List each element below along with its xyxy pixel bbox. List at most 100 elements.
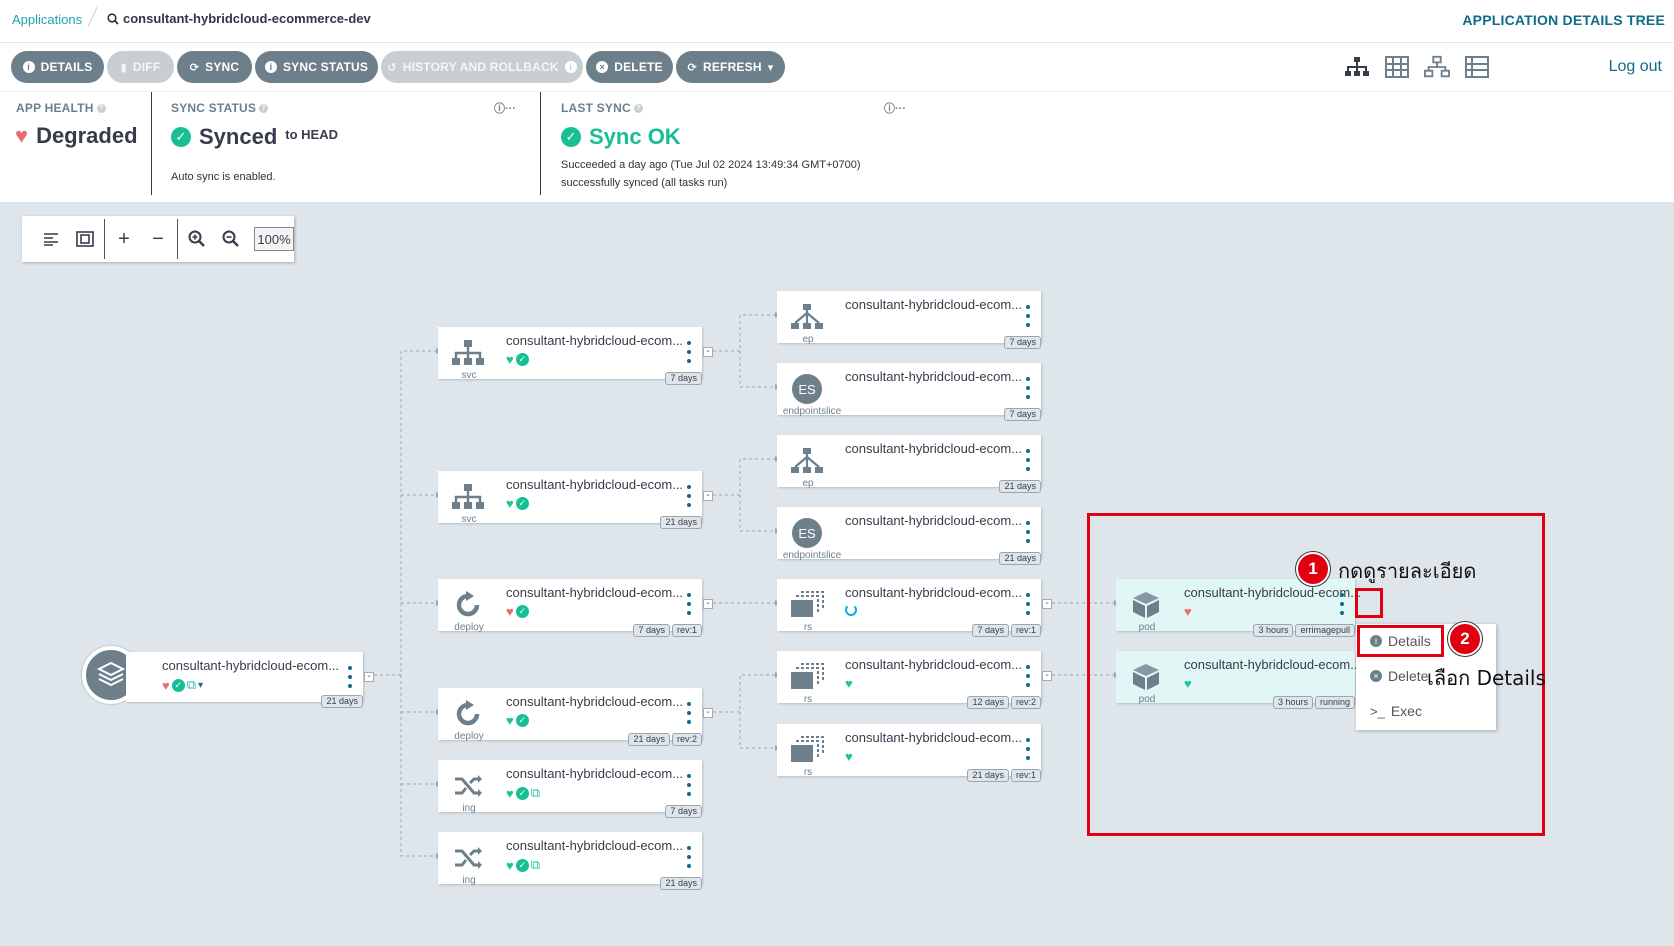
ingress-node[interactable]: ing consultant-hybridcloud-ecom... ♥ ✓ ⧉ 7… — [438, 760, 702, 818]
external-link-icon[interactable]: ⧉ — [187, 677, 196, 693]
node-kind: endpointslice — [782, 550, 842, 561]
ingress-node[interactable]: ing consultant-hybridcloud-ecom... ♥ ✓ ⧉ 2… — [438, 832, 702, 890]
collapse-toggle[interactable]: - — [703, 491, 713, 501]
node-status-badges: ♥ ✓ — [506, 496, 529, 511]
endpoints-node[interactable]: ep consultant-hybridcloud-ecom... 21 day… — [777, 435, 1041, 493]
synced-check-icon: ✓ — [515, 786, 529, 800]
collapse-toggle[interactable]: - — [1042, 671, 1052, 681]
endpointslice-node[interactable]: ES endpointslice consultant-hybridcloud-… — [777, 507, 1041, 565]
svc-node[interactable]: svc consultant-hybridcloud-ecom... ♥ ✓ 21… — [438, 471, 702, 529]
endpoints-icon — [785, 297, 829, 337]
replicaset-node[interactable]: rs consultant-hybridcloud-ecom... ♥ 21 d… — [777, 724, 1041, 782]
delete-button[interactable]: × DELETE — [586, 51, 673, 83]
logout-link[interactable]: Log out — [1609, 58, 1662, 76]
help-icon[interactable]: ? — [633, 103, 643, 113]
last-sync-time: Succeeded a day ago (Tue Jul 02 2024 13:… — [561, 159, 861, 171]
file-icon: ▮ — [120, 61, 127, 74]
node-menu-button[interactable] — [1025, 665, 1031, 687]
app-health-value: ♥ Degraded — [15, 123, 138, 149]
collapse-toggle[interactable]: - — [364, 672, 374, 682]
degraded-heart-icon: ♥ — [506, 604, 514, 619]
sync-status-button[interactable]: i SYNC STATUS — [255, 51, 378, 83]
top-bar: Applications consultant-hybridcloud-ecom… — [0, 0, 1674, 43]
delete-button-label: DELETE — [614, 60, 663, 74]
svc-node[interactable]: svc consultant-hybridcloud-ecom... ♥ ✓ 7 … — [438, 327, 702, 385]
node-menu-button[interactable] — [1025, 377, 1031, 399]
sync-status-label: SYNC STATUS ? — [171, 101, 269, 115]
sync-button[interactable]: ⟳ SYNC — [177, 51, 252, 83]
node-title: consultant-hybridcloud-ecom... — [506, 694, 684, 709]
healthy-heart-icon: ♥ — [506, 785, 514, 801]
synced-check-icon: ✓ — [515, 605, 529, 618]
application-root-node[interactable]: consultant-hybridcloud-ecom... ♥ ✓ ⧉ ▾ 2… — [126, 652, 363, 708]
revision-tag: rev:1 — [671, 624, 702, 637]
tree-view-icon[interactable] — [1344, 54, 1370, 80]
network-view-icon[interactable] — [1424, 54, 1450, 80]
node-menu-button[interactable] — [686, 774, 692, 796]
node-menu-button[interactable] — [1025, 521, 1031, 543]
age-tag: 21 days — [999, 552, 1041, 565]
node-kind: ing — [462, 875, 476, 886]
deploy-node[interactable]: deploy consultant-hybridcloud-ecom... ♥ ✓… — [438, 688, 702, 746]
node-tags: 7 days rev:1 — [633, 624, 702, 637]
info-icon: i — [264, 61, 277, 73]
replicaset-icon — [785, 585, 829, 625]
node-menu-button[interactable] — [1025, 593, 1031, 615]
app-health-text: Degraded — [36, 123, 138, 148]
node-menu-button[interactable] — [347, 666, 353, 688]
node-menu-button[interactable] — [1025, 738, 1031, 760]
endpoints-node[interactable]: ep consultant-hybridcloud-ecom... 7 days — [777, 291, 1041, 349]
caret-down-icon: ▾ — [767, 61, 774, 74]
resource-tree-canvas[interactable]: + − 100% consultant-hybridcloud-ecom... … — [0, 203, 1674, 946]
replicaset-node[interactable]: rs consultant-hybridcloud-ecom... ♥ 12 d… — [777, 651, 1041, 709]
node-title: consultant-hybridcloud-ecom... — [845, 730, 1023, 745]
collapse-toggle[interactable]: - — [703, 599, 713, 609]
last-sync-label-text: LAST SYNC — [561, 101, 631, 115]
endpointslice-node[interactable]: ES endpointslice consultant-hybridcloud-… — [777, 363, 1041, 421]
node-kind: rs — [803, 622, 813, 633]
node-title: consultant-hybridcloud-ecom... — [506, 766, 684, 781]
sync-target: to HEAD — [285, 126, 338, 142]
last-sync-more-icon[interactable]: ⓘ··· — [884, 100, 906, 116]
replicaset-icon — [785, 657, 829, 697]
node-menu-button[interactable] — [686, 593, 692, 615]
node-menu-button[interactable] — [686, 485, 692, 507]
deploy-node[interactable]: deploy consultant-hybridcloud-ecom... ♥ ✓… — [438, 579, 702, 637]
revision-tag: rev:1 — [1010, 769, 1041, 782]
node-menu-button[interactable] — [1025, 449, 1031, 471]
last-sync-text: Sync OK — [589, 124, 681, 149]
node-menu-button[interactable] — [1025, 305, 1031, 327]
collapse-toggle[interactable]: - — [1042, 599, 1052, 609]
history-rollback-button[interactable]: ↺ HISTORY AND ROLLBACK i — [381, 51, 583, 83]
replicaset-icon — [785, 730, 829, 770]
help-icon[interactable]: ? — [259, 103, 269, 113]
node-menu-button[interactable] — [686, 846, 692, 868]
breadcrumb-separator — [87, 6, 98, 28]
node-menu-button[interactable] — [686, 341, 692, 363]
collapse-toggle[interactable]: - — [703, 347, 713, 357]
caret-down-icon[interactable]: ▾ — [198, 680, 203, 691]
diff-button[interactable]: ▮ DIFF — [107, 51, 174, 83]
node-title: consultant-hybridcloud-ecom... — [845, 297, 1023, 312]
age-tag: 21 days — [321, 695, 363, 708]
node-menu-button[interactable] — [686, 702, 692, 724]
pods-view-icon[interactable] — [1384, 54, 1410, 80]
external-link-icon[interactable]: ⧉ — [531, 857, 540, 873]
healthy-heart-icon: ♥ — [506, 352, 514, 367]
external-link-icon[interactable]: ⧉ — [531, 785, 540, 801]
check-circle-icon: ✓ — [171, 127, 191, 147]
node-tags: 21 days — [999, 480, 1041, 493]
node-status-badges — [845, 604, 857, 616]
sync-status-more-icon[interactable]: ⓘ··· — [494, 100, 516, 116]
details-button[interactable]: i DETAILS — [11, 51, 104, 83]
list-view-icon[interactable] — [1464, 54, 1490, 80]
help-icon[interactable]: ? — [96, 103, 106, 113]
age-tag: 7 days — [633, 624, 670, 637]
es-icon-text: ES — [792, 518, 822, 548]
collapse-toggle[interactable]: - — [703, 708, 713, 718]
breadcrumb-applications[interactable]: Applications — [12, 12, 82, 27]
replicaset-node[interactable]: rs consultant-hybridcloud-ecom... 7 days… — [777, 579, 1041, 637]
app-search-breadcrumb[interactable]: consultant-hybridcloud-ecommerce-dev — [107, 11, 371, 26]
revision-tag: rev:1 — [1010, 624, 1041, 637]
refresh-button[interactable]: ⟳ REFRESH ▾ — [676, 51, 785, 83]
